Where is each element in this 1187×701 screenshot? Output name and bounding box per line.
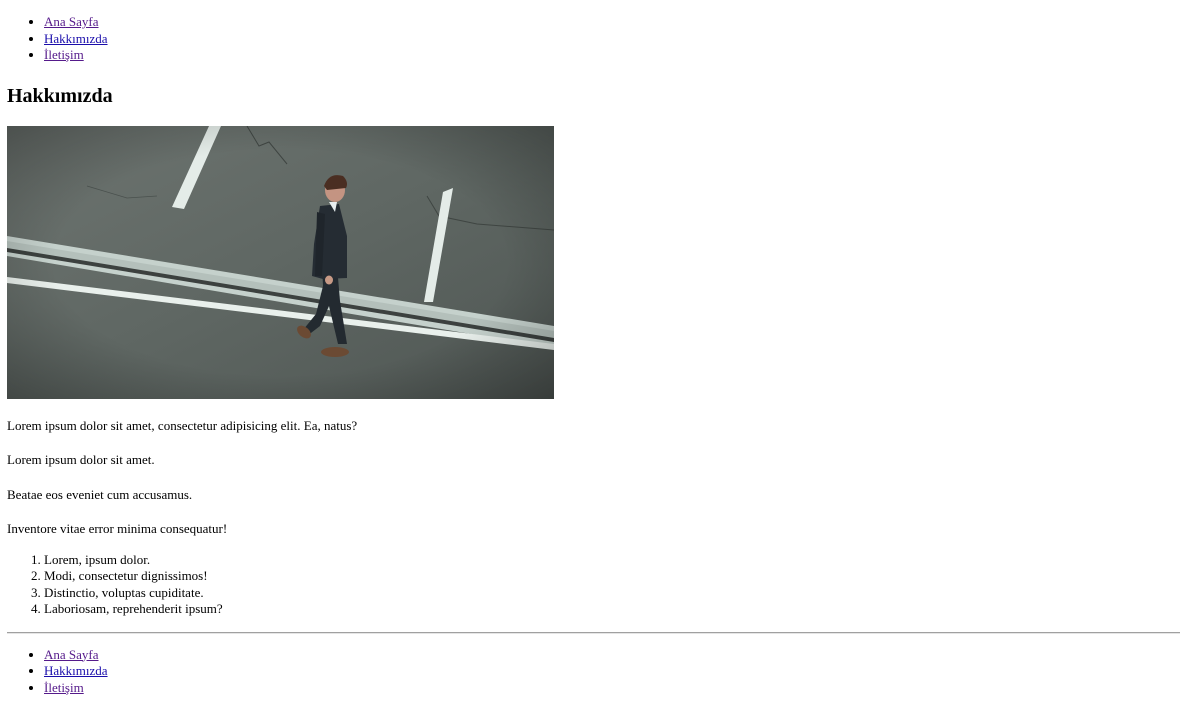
footer-link-about[interactable]: Hakkımızda — [44, 663, 108, 678]
list-item: Laboriosam, reprehenderit ipsum? — [44, 601, 1187, 618]
footer-nav-item-contact: İletişim — [44, 680, 1187, 697]
footer-nav-item-home: Ana Sayfa — [44, 647, 1187, 664]
footer-nav-item-about: Hakkımızda — [44, 663, 1187, 680]
nav-link-contact[interactable]: İletişim — [44, 47, 84, 62]
ordered-list: Lorem, ipsum dolor. Modi, consectetur di… — [7, 552, 1187, 618]
footer-divider — [7, 631, 1180, 634]
list-item: Distinctio, voluptas cupiditate. — [44, 585, 1187, 602]
hero-image — [7, 125, 554, 399]
top-navigation: Ana Sayfa Hakkımızda İletişim — [7, 14, 1187, 64]
paragraph-3: Beatae eos eveniet cum accusamus. — [7, 486, 193, 502]
nav-link-about[interactable]: Hakkımızda — [44, 31, 108, 46]
list-item: Lorem, ipsum dolor. — [44, 552, 1187, 569]
nav-item-about: Hakkımızda — [44, 31, 1187, 48]
paragraph-4: Inventore vitae error minima consequatur… — [7, 521, 228, 536]
nav-item-home: Ana Sayfa — [44, 14, 1187, 31]
page-title: Hakkımızda — [7, 84, 113, 107]
nav-item-contact: İletişim — [44, 47, 1187, 64]
nav-link-home[interactable]: Ana Sayfa — [44, 14, 99, 29]
footer-link-home[interactable]: Ana Sayfa — [44, 647, 99, 662]
footer-link-contact[interactable]: İletişim — [44, 680, 84, 695]
footer-navigation: Ana Sayfa Hakkımızda İletişim — [7, 647, 1187, 697]
list-item: Modi, consectetur dignissimos! — [44, 568, 1187, 585]
intro-paragraph: Lorem ipsum dolor sit amet, consectetur … — [7, 417, 358, 433]
paragraph-2: Lorem ipsum dolor sit amet. — [7, 452, 155, 467]
